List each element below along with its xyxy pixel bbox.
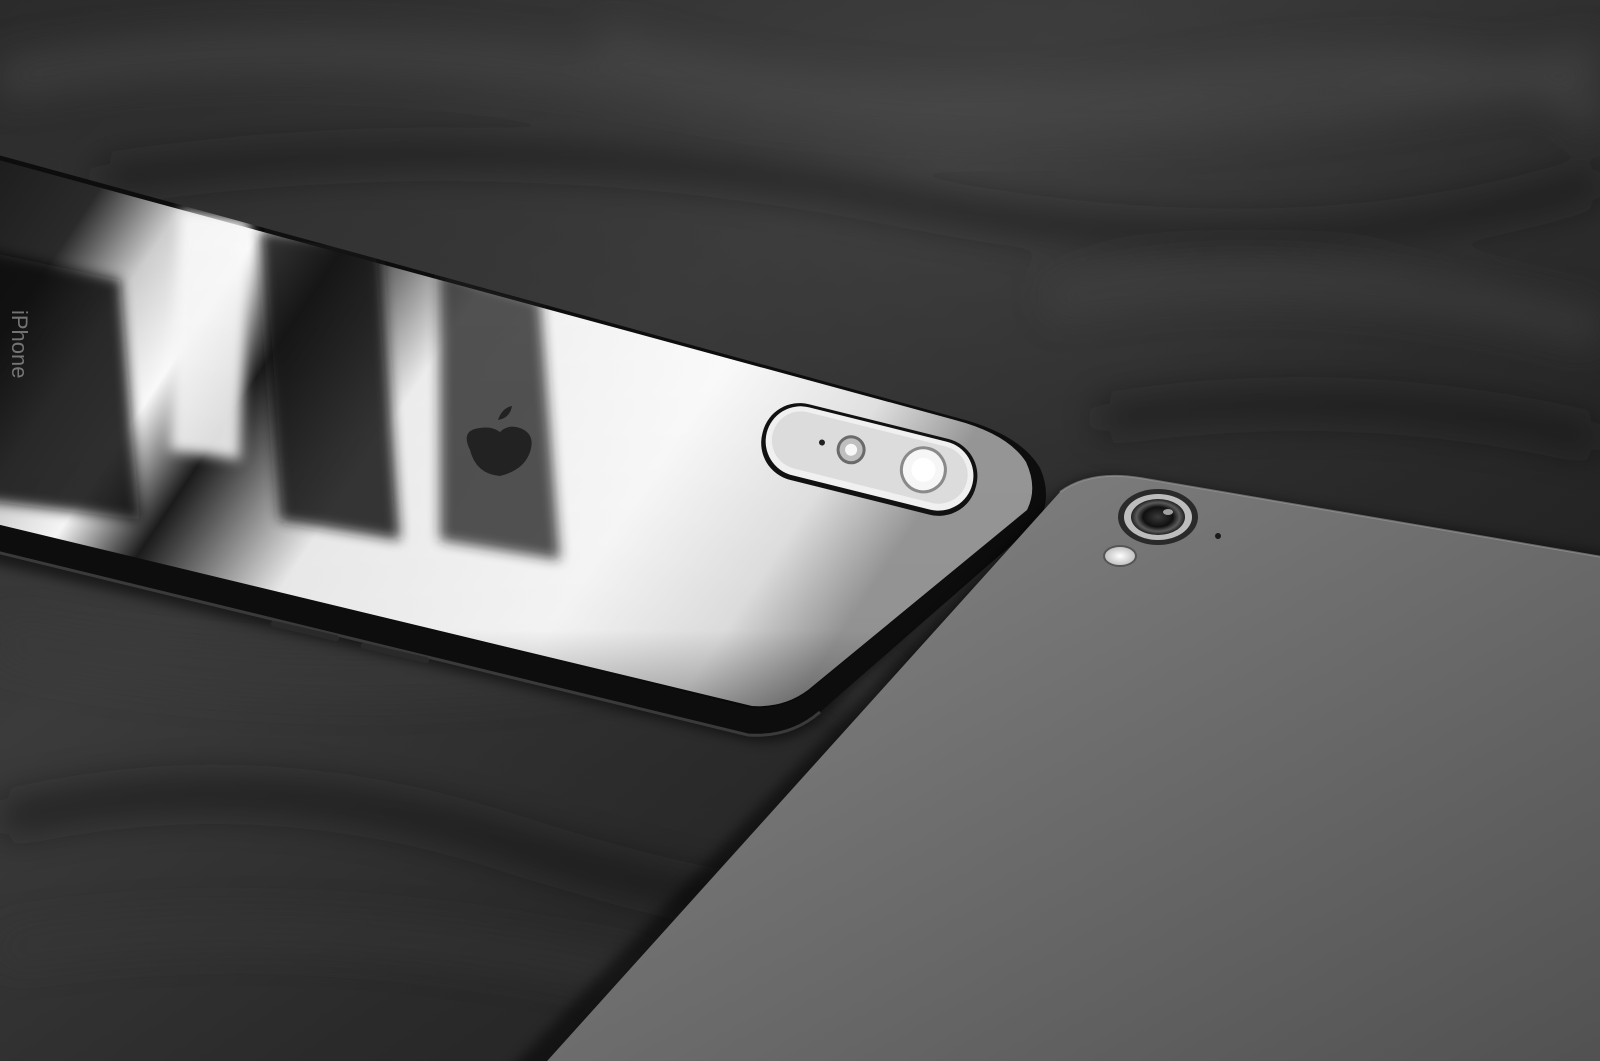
microphone-hole-icon xyxy=(1215,533,1221,539)
photo-scene: iPhone xyxy=(0,0,1600,1061)
flash-icon xyxy=(1103,545,1137,567)
single-camera-lens-icon xyxy=(1118,489,1198,545)
glossy-phone-edge-text: iPhone xyxy=(7,310,32,379)
